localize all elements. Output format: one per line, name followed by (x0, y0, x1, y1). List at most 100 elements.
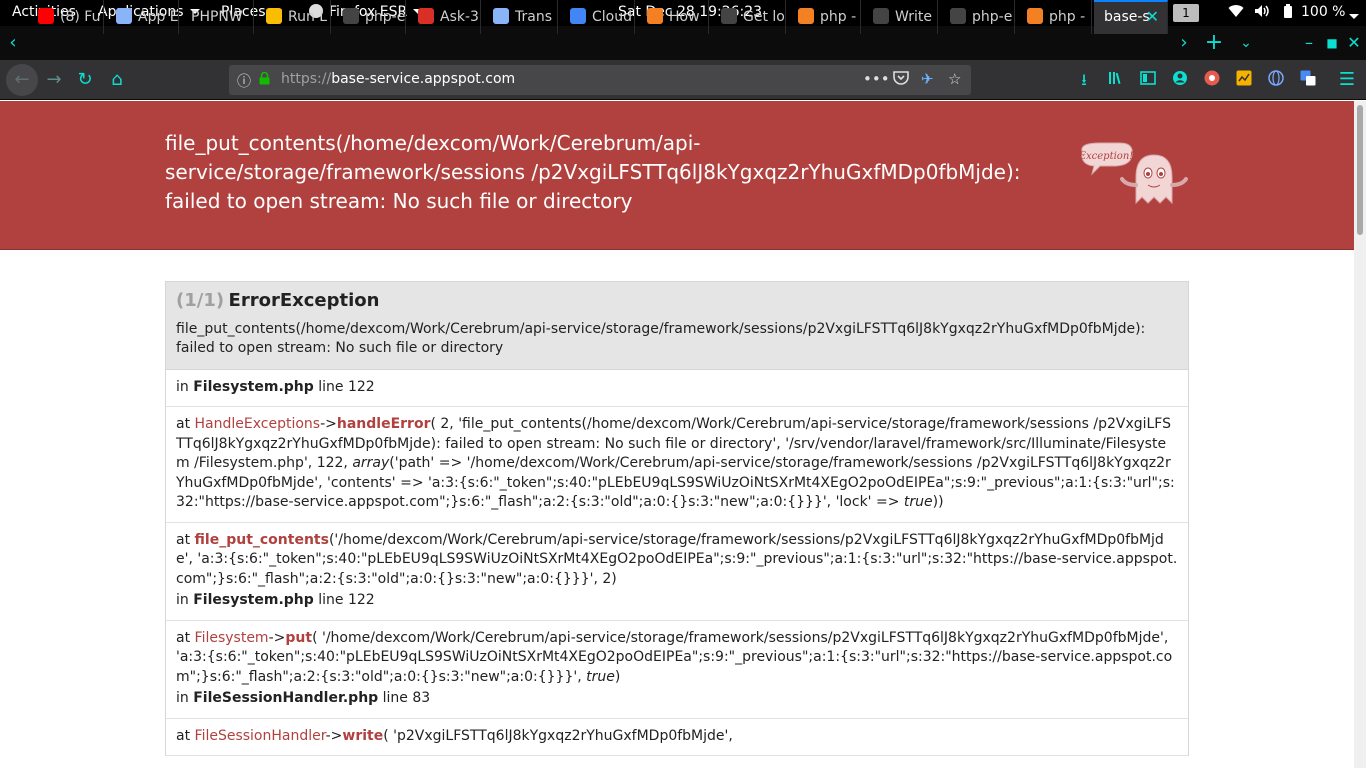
browser-tab[interactable]: Write (863, 0, 938, 34)
page-content: file_put_contents(/home/dexcom/Work/Cere… (0, 101, 1354, 768)
pocket-icon[interactable] (893, 70, 909, 89)
tab-label: Cloud (592, 9, 632, 25)
tab-favicon-icon (116, 8, 132, 24)
browser-tab[interactable]: Run L (256, 0, 331, 34)
tab-label: php - (1049, 9, 1086, 25)
tab-favicon-icon (721, 8, 737, 24)
exception-class: ErrorException (228, 290, 380, 311)
workspace-indicator[interactable]: 1 (1173, 4, 1199, 22)
bookmark-star-icon[interactable]: ☆ (948, 70, 961, 88)
file-name: FileSessionHandler.php (193, 690, 379, 706)
browser-tab[interactable]: base-s ✕ (1094, 0, 1168, 34)
hamburger-menu-icon[interactable]: ☰ (1337, 70, 1357, 90)
reload-button[interactable]: ↻ (71, 66, 99, 94)
page-scrollbar[interactable] (1354, 101, 1366, 768)
forward-button[interactable]: → (40, 66, 68, 94)
back-button[interactable]: ← (6, 64, 38, 96)
tracking-icon[interactable]: ✈ (921, 70, 934, 88)
frame-function: handleError (336, 416, 431, 432)
tab-label: php-e (365, 9, 406, 25)
tab-label: Trans (515, 9, 552, 25)
list-all-tabs-icon[interactable]: ⌄ (1234, 26, 1258, 60)
at-prefix: at (176, 531, 191, 548)
browser-tab[interactable]: php - (788, 0, 861, 34)
lock-icon[interactable] (259, 71, 270, 89)
frame-args: ( '/home/dexcom/Work/Cerebrum/api-servic… (176, 629, 1173, 685)
extension-yellow-icon[interactable] (1234, 70, 1254, 90)
frame-arrow: -> (325, 727, 343, 744)
tab-label: Get lo (743, 9, 785, 25)
browser-tab[interactable]: (8) Fu (28, 0, 104, 34)
downloads-icon[interactable]: ⭳ (1074, 70, 1094, 90)
browser-tab[interactable]: Get lo (711, 0, 786, 34)
browser-tab[interactable]: Ask-3 (408, 0, 481, 34)
wifi-icon[interactable] (1228, 4, 1244, 22)
translate-icon[interactable] (1298, 70, 1318, 90)
tab-favicon-icon (418, 8, 434, 24)
frame-function: put (285, 629, 313, 646)
exception-title: file_put_contents(/home/dexcom/Work/Cere… (165, 131, 1021, 213)
browser-tab[interactable]: Cloud (560, 0, 635, 34)
info-icon[interactable]: ⓘ (237, 71, 251, 91)
browser-tab[interactable]: App E (106, 0, 179, 34)
frame-function: file_put_contents (194, 531, 329, 548)
new-tab-button[interactable]: + (1202, 26, 1226, 60)
browser-tab[interactable]: php-e (940, 0, 1015, 34)
url-host: base-service.appspot.com (331, 71, 516, 87)
exception-ghost-logo: Exception! (1076, 141, 1190, 211)
trace-frame: at FileSessionHandler->write( 'p2VxgiLFS… (166, 719, 1188, 756)
tab-label: Write (895, 9, 932, 25)
address-bar[interactable]: ⓘ https://base-service.appspot.com ••• ✈… (229, 65, 971, 95)
volume-icon[interactable] (1254, 4, 1270, 22)
exception-header: file_put_contents(/home/dexcom/Work/Cere… (0, 101, 1354, 250)
tab-favicon-icon (798, 8, 814, 24)
extension-globe-icon[interactable] (1266, 70, 1286, 90)
power-menu[interactable] (1349, 9, 1359, 25)
in-prefix: in (176, 592, 189, 608)
trace-location: in Filesystem.php line 122 (166, 370, 1188, 407)
library-icon[interactable] (1106, 70, 1126, 90)
frame-class: Filesystem (194, 629, 269, 646)
account-icon[interactable] (1170, 70, 1190, 90)
svg-text:Exception!: Exception! (1078, 151, 1134, 162)
tab-favicon-icon (343, 8, 359, 24)
frame-class: FileSessionHandler (194, 727, 326, 744)
frame-args: ( 'p2VxgiLFSTTq6lJ8kYgxqz2rYhuGxfMDp0fbM… (383, 727, 733, 744)
tab-favicon-icon (873, 8, 889, 24)
scroll-tabs-right-icon[interactable]: › (1172, 26, 1196, 60)
tab-favicon-icon (950, 8, 966, 24)
browser-tab[interactable]: php - (1017, 0, 1092, 34)
close-window-button[interactable]: ✕ (1343, 26, 1365, 60)
close-tab-icon[interactable]: ✕ (1146, 2, 1159, 32)
minimize-window-button[interactable]: – (1298, 26, 1320, 60)
browser-tab[interactable]: How (637, 0, 709, 34)
tab-favicon-icon (38, 8, 54, 24)
tab-label: Run L (288, 9, 328, 25)
home-button[interactable]: ⌂ (103, 66, 131, 94)
browser-tab[interactable]: Trans (483, 0, 558, 34)
maximize-window-button[interactable]: ■ (1321, 26, 1343, 60)
battery-icon[interactable] (1283, 4, 1293, 23)
stack-trace: (1/1) ErrorException file_put_contents(/… (165, 281, 1189, 756)
frame-args-type: array (352, 455, 390, 471)
file-name: Filesystem.php (193, 378, 314, 395)
tab-label: App E (138, 9, 179, 25)
browser-tab[interactable]: PHPNW (181, 0, 254, 34)
page-actions-icon[interactable]: ••• (863, 70, 890, 88)
file-name: Filesystem.php (193, 592, 314, 608)
tab-label: php - (820, 9, 857, 25)
scroll-tabs-left-icon[interactable]: ‹ (2, 26, 24, 60)
battery-percentage: 100 % (1301, 4, 1346, 20)
extension-red-icon[interactable] (1202, 70, 1222, 90)
tab-favicon-icon (1027, 8, 1043, 24)
scrollbar-thumb[interactable] (1357, 105, 1363, 235)
trace-frame: at Filesystem->put( '/home/dexcom/Work/C… (166, 621, 1188, 719)
tab-label: base-s (1104, 9, 1150, 25)
url-text[interactable]: https://base-service.appspot.com (281, 71, 515, 87)
browser-tab[interactable]: php-e (333, 0, 406, 34)
tab-label: (8) Fu (60, 9, 101, 25)
sidebar-icon[interactable] (1138, 70, 1158, 90)
frame-arrow: -> (320, 416, 337, 432)
trace-frame: at HandleExceptions->handleError( 2, 'fi… (166, 407, 1188, 523)
tab-favicon-icon (647, 8, 663, 24)
